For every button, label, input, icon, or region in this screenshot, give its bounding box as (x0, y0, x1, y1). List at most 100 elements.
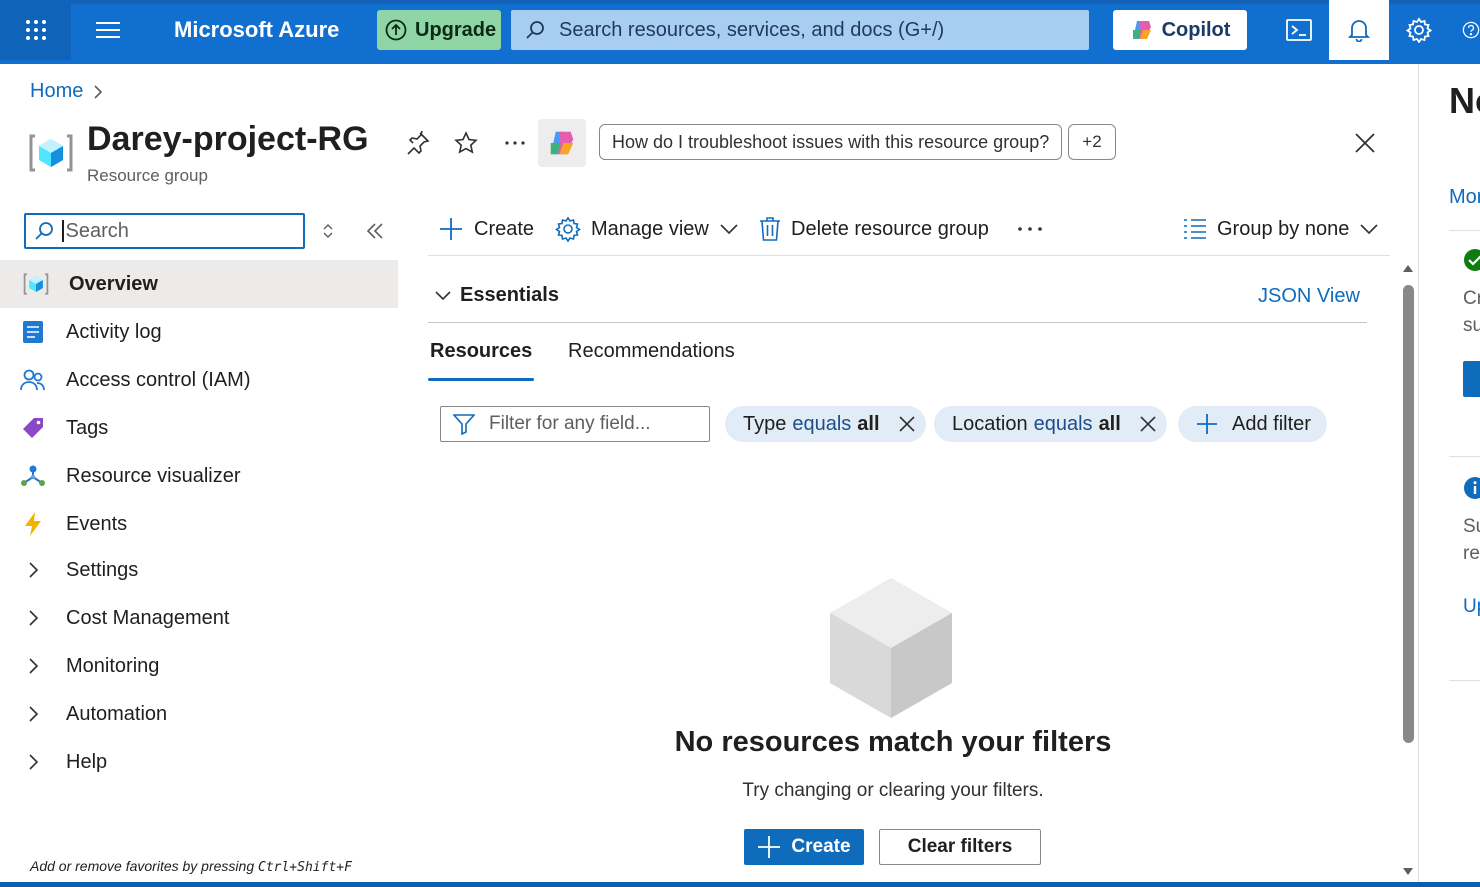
copilot-suggestion-chip[interactable]: How do I troubleshoot issues with this r… (599, 124, 1063, 160)
global-search-input[interactable]: Search resources, services, and docs (G+… (511, 10, 1089, 50)
more-events-link[interactable]: Mor (1449, 186, 1480, 209)
plus-icon (758, 836, 781, 858)
taskbar-strip (0, 882, 1480, 887)
chevron-right-icon (0, 561, 66, 579)
nav-item-label: Settings (66, 558, 139, 581)
help-icon[interactable] (1450, 0, 1480, 60)
plus-icon (440, 218, 462, 240)
group-by-dropdown[interactable]: Group by none (1183, 210, 1379, 248)
star-icon[interactable] (452, 129, 480, 157)
tab-resources[interactable]: Resources (427, 340, 535, 382)
notification-text: re (1463, 543, 1480, 564)
delete-resource-group-button[interactable]: Delete resource group (759, 210, 989, 248)
nav-group-help[interactable]: Help (0, 738, 398, 786)
notification-link[interactable]: Up (1463, 596, 1480, 618)
upgrade-button[interactable]: Upgrade (377, 10, 501, 50)
page-title: Darey-project-RG (87, 120, 369, 158)
clear-filters-button[interactable]: Clear filters (879, 829, 1041, 865)
waffle-icon[interactable] (0, 0, 71, 60)
nav-item-label: Activity log (66, 320, 162, 343)
upgrade-arrow-icon (385, 19, 407, 41)
hamburger-icon[interactable] (88, 14, 128, 46)
tag-icon (0, 416, 66, 440)
close-icon[interactable] (1350, 128, 1380, 158)
chevron-down-icon (1360, 224, 1378, 235)
gear-icon (555, 216, 581, 242)
scroll-down-icon[interactable] (1402, 866, 1414, 876)
iam-icon (0, 368, 66, 392)
nav-group-monitoring[interactable]: Monitoring (0, 642, 398, 690)
more-commands-icon[interactable] (1016, 210, 1044, 248)
pin-icon[interactable] (404, 129, 432, 157)
gear-icon[interactable] (1389, 0, 1449, 60)
cloud-shell-icon[interactable] (1269, 0, 1329, 60)
scroll-up-icon[interactable] (1402, 264, 1414, 274)
empty-cube-icon (828, 576, 954, 720)
pill-operator: equals (792, 412, 852, 435)
text-caret (62, 220, 64, 242)
close-icon[interactable] (1139, 415, 1157, 433)
chevron-right-icon (0, 609, 66, 627)
group-by-label: Group by none (1217, 217, 1350, 240)
nav-item-activity-log[interactable]: Activity log (0, 308, 398, 356)
chevron-right-icon (0, 753, 66, 771)
close-icon[interactable] (898, 415, 916, 433)
create-button[interactable]: Create (438, 210, 534, 248)
nav-search-input[interactable]: Search (24, 213, 305, 249)
essentials-label: Essentials (460, 284, 559, 306)
pill-operator: equals (1033, 412, 1093, 435)
location-filter-pill[interactable]: Location equals all (934, 406, 1167, 442)
nav-item-label: Resource visualizer (66, 464, 241, 487)
upgrade-label: Upgrade (415, 18, 497, 41)
chevron-right-icon (94, 84, 103, 99)
notification-text: Su (1463, 516, 1480, 537)
nav-group-settings[interactable]: Settings (0, 546, 398, 594)
divider (1449, 456, 1480, 457)
breadcrumb: Home (30, 80, 103, 103)
trash-icon (760, 217, 780, 241)
more-suggestions-chip[interactable]: +2 (1068, 124, 1116, 160)
pill-value: all (1098, 412, 1121, 435)
nav-group-cost-management[interactable]: Cost Management (0, 594, 398, 642)
empty-create-button[interactable]: Create (744, 829, 864, 865)
collapse-nav-icon[interactable] (364, 220, 386, 242)
copilot-button[interactable]: Copilot (1113, 10, 1247, 50)
essentials-toggle[interactable]: Essentials (434, 284, 559, 307)
resource-group-icon (3, 272, 69, 296)
copilot-inline-button[interactable] (538, 119, 586, 167)
copilot-icon (1132, 21, 1151, 39)
add-filter-button[interactable]: Add filter (1178, 406, 1327, 442)
add-filter-label: Add filter (1232, 412, 1311, 435)
nav-item-tags[interactable]: Tags (0, 404, 398, 452)
nav-group-automation[interactable]: Automation (0, 690, 398, 738)
create-label: Create (791, 836, 851, 857)
info-icon (1463, 476, 1480, 500)
filter-input[interactable]: Filter for any field... (440, 406, 710, 442)
favorites-hint-text: Add or remove favorites by pressing (30, 858, 258, 874)
manage-view-button[interactable]: Manage view (555, 210, 739, 248)
json-view-link[interactable]: JSON View (1258, 285, 1360, 308)
notification-action-button[interactable] (1463, 361, 1480, 397)
nav-item-resource-visualizer[interactable]: Resource visualizer (0, 452, 398, 500)
nav-item-overview[interactable]: Overview (0, 260, 398, 308)
chevron-down-icon (720, 224, 738, 235)
more-options-icon[interactable] (502, 129, 528, 157)
sort-icon[interactable] (320, 222, 336, 240)
empty-state-subtitle: Try changing or clearing your filters. (742, 780, 1044, 801)
nav-item-label: Access control (IAM) (66, 368, 251, 391)
breadcrumb-home[interactable]: Home (30, 80, 83, 103)
nav-item-iam[interactable]: Access control (IAM) (0, 356, 398, 404)
chevron-right-icon (0, 705, 66, 723)
nav-item-events[interactable]: Events (0, 500, 398, 548)
portal-brand[interactable]: Microsoft Azure (174, 17, 339, 43)
type-filter-pill[interactable]: Type equals all (725, 406, 926, 442)
tab-recommendations[interactable]: Recommendations (568, 340, 735, 382)
scrollbar-thumb[interactable] (1403, 285, 1414, 743)
search-icon (35, 222, 53, 240)
bell-icon[interactable] (1329, 0, 1389, 60)
filter-placeholder: Filter for any field... (489, 413, 651, 434)
notifications-title: No (1449, 80, 1480, 121)
copilot-icon (550, 131, 574, 155)
list-icon (1184, 219, 1206, 239)
pill-field: Location (952, 412, 1028, 435)
